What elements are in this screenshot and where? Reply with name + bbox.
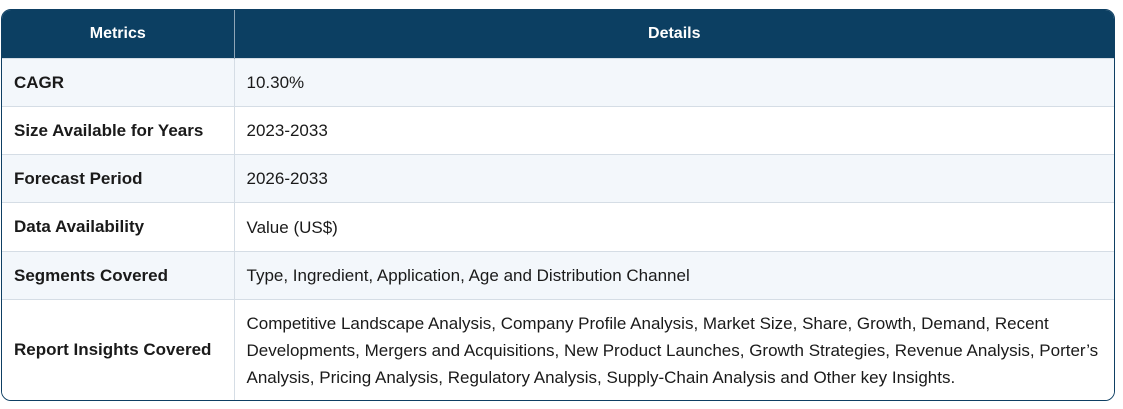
row-metric: Report Insights Covered — [2, 299, 235, 400]
table-header-row: Metrics Details — [2, 10, 1114, 59]
row-metric: Size Available for Years — [2, 106, 235, 155]
table-row: Data Availability Value (US$) — [2, 202, 1114, 252]
row-metric: Forecast Period — [2, 154, 235, 203]
table-row: Forecast Period 2026-2033 — [2, 154, 1114, 203]
header-metrics: Metrics — [2, 10, 235, 59]
row-detail: Type, Ingredient, Application, Age and D… — [234, 251, 1114, 300]
table-row: Report Insights Covered Competitive Land… — [2, 299, 1114, 400]
row-metric: Data Availability — [2, 202, 235, 252]
header-details: Details — [234, 10, 1114, 59]
row-metric: Segments Covered — [2, 251, 235, 300]
row-detail: 10.30% — [234, 58, 1114, 107]
row-metric: CAGR — [2, 58, 235, 107]
table-row: Size Available for Years 2023-2033 — [2, 106, 1114, 155]
row-detail: Value (US$) — [234, 202, 1114, 252]
row-detail: 2026-2033 — [234, 154, 1114, 203]
table-row: Segments Covered Type, Ingredient, Appli… — [2, 251, 1114, 300]
row-detail: 2023-2033 — [234, 106, 1114, 155]
row-detail: Competitive Landscape Analysis, Company … — [234, 299, 1114, 400]
metrics-table: Metrics Details CAGR 10.30% Size Availab… — [1, 9, 1115, 401]
table-row: CAGR 10.30% — [2, 58, 1114, 107]
metrics-table-grid: Metrics Details CAGR 10.30% Size Availab… — [2, 10, 1114, 400]
